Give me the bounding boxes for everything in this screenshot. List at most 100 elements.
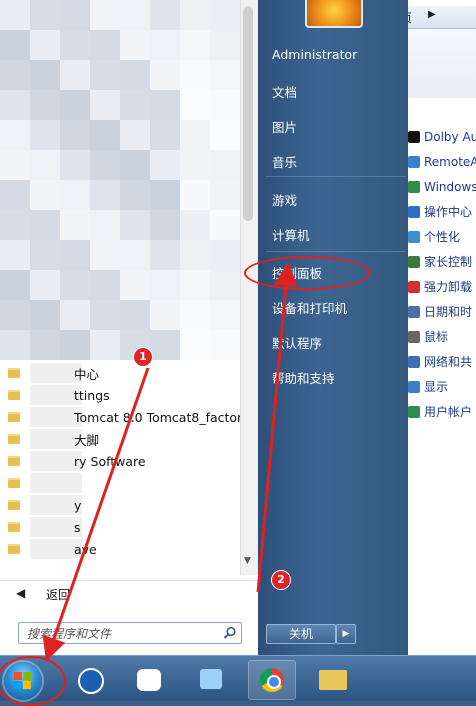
mosaic-cell bbox=[210, 90, 240, 120]
taskbar-app-bird[interactable] bbox=[188, 660, 234, 698]
scroll-down-arrow-icon[interactable]: ▼ bbox=[244, 556, 251, 566]
mosaic-cell bbox=[60, 210, 90, 240]
program-folder[interactable]: s bbox=[8, 516, 240, 538]
mosaic-cell bbox=[120, 150, 150, 180]
mosaic-cell bbox=[30, 0, 60, 30]
search-placeholder: 搜索程序和文件 bbox=[27, 627, 112, 641]
control-panel-item[interactable]: 操作中心 bbox=[408, 199, 476, 224]
search-input[interactable]: 搜索程序和文件 bbox=[18, 622, 242, 644]
control-panel-item[interactable]: 家长控制 bbox=[408, 249, 476, 274]
mosaic-cell bbox=[0, 150, 30, 180]
pictures-link[interactable]: 图片 bbox=[272, 117, 297, 136]
program-folder[interactable]: 大脚 bbox=[8, 428, 240, 450]
control-panel-item[interactable]: 显示 bbox=[408, 374, 476, 399]
control-panel-item[interactable]: 鼠标 bbox=[408, 324, 476, 349]
mosaic-cell bbox=[60, 240, 90, 270]
program-folder[interactable]: Tomcat 8.0 Tomcat8_factory bbox=[8, 406, 250, 428]
mosaic-cell bbox=[60, 150, 90, 180]
mosaic-cell bbox=[30, 90, 60, 120]
control-panel-items: Dolby Au RemoteA Windows 操作中心个性化家长控制 强力卸载 日期和… bbox=[408, 124, 476, 424]
control-panel-item-label: Windows bbox=[424, 179, 476, 194]
mosaic-cell bbox=[210, 60, 240, 90]
control-panel-item-label: 操作中心 bbox=[424, 205, 473, 219]
folder-icon bbox=[8, 478, 20, 488]
mosaic-cell bbox=[90, 60, 120, 90]
mosaic-cell bbox=[0, 90, 30, 120]
mosaic-cell bbox=[0, 0, 30, 30]
control-panel-item[interactable]: Windows bbox=[408, 174, 476, 199]
mosaic-cell bbox=[60, 90, 90, 120]
taskbar-app-explorer[interactable] bbox=[310, 660, 356, 698]
taskbar-app-baidu-cloud[interactable] bbox=[126, 660, 172, 698]
mosaic-cell bbox=[210, 150, 240, 180]
mosaic-cell bbox=[150, 120, 180, 150]
control-panel-item-label: 显示 bbox=[424, 380, 449, 394]
control-panel-item[interactable]: 强力卸载 bbox=[408, 274, 476, 299]
documents-link[interactable]: 文档 bbox=[272, 82, 297, 101]
search-icon[interactable] bbox=[223, 626, 237, 640]
mosaic-cell bbox=[120, 90, 150, 120]
menu-separator bbox=[266, 176, 406, 177]
mosaic-cell bbox=[90, 240, 120, 270]
program-folder[interactable]: ave bbox=[8, 538, 240, 560]
control-panel-item-label: 鼠标 bbox=[424, 330, 449, 344]
remote-app-icon bbox=[408, 155, 420, 168]
control-panel-item[interactable]: 个性化 bbox=[408, 224, 476, 249]
mosaic-cell bbox=[150, 90, 180, 120]
default-programs-link[interactable]: 默认程序 bbox=[272, 333, 322, 352]
mosaic-cell bbox=[60, 330, 90, 360]
computer-link[interactable]: 计算机 bbox=[272, 225, 310, 244]
control-panel-item[interactable]: 日期和时 bbox=[408, 299, 476, 324]
mosaic-cell bbox=[180, 90, 210, 120]
control-panel-item-label: RemoteA bbox=[424, 154, 476, 169]
control-panel-item[interactable]: Dolby Au bbox=[408, 124, 476, 149]
mosaic-cell bbox=[150, 30, 180, 60]
mosaic-cell bbox=[30, 60, 60, 90]
folder-icon bbox=[8, 368, 20, 378]
folder-icon bbox=[8, 412, 20, 422]
folder-icon bbox=[319, 670, 347, 690]
address-chevron-icon[interactable]: ▶ bbox=[428, 9, 436, 20]
user-name-link[interactable]: Administrator bbox=[272, 47, 357, 62]
shutdown-options-arrow-icon[interactable]: ▶ bbox=[336, 624, 356, 644]
user-avatar[interactable] bbox=[305, 0, 363, 28]
mosaic-cell bbox=[90, 120, 120, 150]
program-folder[interactable]: ry Software bbox=[8, 450, 240, 472]
control-panel-item[interactable]: RemoteA bbox=[408, 149, 476, 174]
back-button[interactable]: ◀ 返回 bbox=[0, 580, 258, 607]
flag-icon bbox=[408, 205, 420, 218]
control-panel-item-label: Dolby Au bbox=[424, 129, 476, 144]
scrollbar-thumb[interactable] bbox=[243, 6, 253, 221]
help-support-link[interactable]: 帮助和支持 bbox=[272, 368, 335, 387]
mosaic-cell bbox=[180, 0, 210, 30]
music-link[interactable]: 音乐 bbox=[272, 152, 297, 171]
folder-icon bbox=[8, 522, 20, 532]
games-link[interactable]: 游戏 bbox=[272, 190, 297, 209]
mosaic-cell bbox=[0, 240, 30, 270]
taskbar-app-k[interactable] bbox=[66, 660, 112, 698]
program-folder-label: 大脚 bbox=[74, 432, 100, 448]
mosaic-cell bbox=[120, 210, 150, 240]
display-icon bbox=[408, 380, 420, 393]
mosaic-cell bbox=[180, 30, 210, 60]
program-folder-label: ttings bbox=[74, 387, 110, 403]
program-folder[interactable] bbox=[8, 472, 240, 494]
mosaic-cell bbox=[150, 150, 180, 180]
program-folder[interactable]: ttings bbox=[8, 384, 240, 406]
folder-icon bbox=[8, 456, 20, 466]
folder-icon bbox=[8, 390, 20, 400]
program-folder-label: 中心 bbox=[74, 366, 100, 382]
devices-printers-link[interactable]: 设备和打印机 bbox=[272, 298, 347, 317]
control-panel-item[interactable]: 网络和共 bbox=[408, 349, 476, 374]
control-panel-item[interactable]: 用户帐户 bbox=[408, 399, 476, 424]
mosaic-cell bbox=[180, 240, 210, 270]
shutdown-button[interactable]: 关机 bbox=[266, 624, 336, 644]
program-folder[interactable]: 中心 bbox=[8, 362, 240, 384]
mosaic-cell bbox=[150, 270, 180, 300]
pixelated-recent-programs bbox=[0, 0, 240, 360]
program-folder[interactable]: y bbox=[8, 494, 240, 516]
mosaic-cell bbox=[60, 30, 90, 60]
user-accounts-icon bbox=[408, 405, 420, 418]
control-panel-item-label: 个性化 bbox=[424, 230, 461, 244]
taskbar-app-chrome[interactable] bbox=[248, 660, 296, 700]
